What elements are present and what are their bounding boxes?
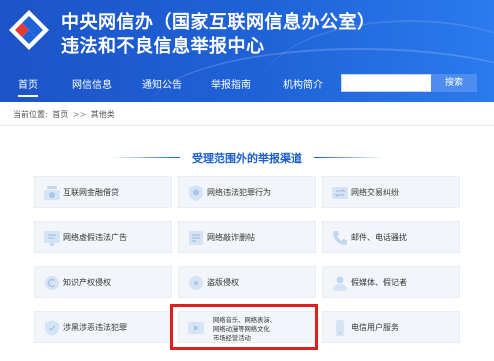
channel-card-gang-crime[interactable]: 涉黑涉恶违法犯罪	[34, 311, 172, 343]
site-logo-icon[interactable]	[5, 6, 53, 54]
channel-card-label: 知识产权侵权	[63, 278, 111, 287]
channel-card-label: 互联网金融借贷	[63, 188, 119, 197]
gang-crime-icon	[45, 320, 59, 336]
extortion-icon	[189, 231, 203, 245]
channel-card-label: 盗版侵权	[207, 278, 239, 287]
site-title-line1: 中央网信办（国家互联网信息办公室）	[61, 12, 376, 33]
channel-card-fake-media[interactable]: 假媒体、假记者	[322, 266, 460, 298]
channel-card-extortion[interactable]: 网络敲诈删帖	[178, 221, 316, 253]
nav-item-guide[interactable]: 举报指南	[211, 76, 251, 91]
channel-card-label: 涉黑涉恶违法犯罪	[63, 323, 127, 332]
site-title-line2: 违法和不良信息举报中心	[61, 36, 265, 57]
search-button[interactable]: 搜索	[431, 74, 477, 92]
highlight-annotation	[170, 304, 318, 350]
channel-card-label: 邮件、电话骚扰	[351, 233, 407, 242]
breadcrumb-prefix: 当前位置:	[13, 110, 48, 119]
copyright-icon	[45, 276, 59, 290]
channel-card-label: 网络违法犯罪行为	[207, 188, 271, 197]
breadcrumb-separator: >>	[72, 110, 87, 119]
search-input[interactable]: 搜索	[341, 74, 477, 92]
channel-card-harassment[interactable]: 邮件、电话骚扰	[322, 221, 460, 253]
channel-card-fake-ads[interactable]: 网络虚假违法广告	[34, 221, 172, 253]
channel-card-label: 网络敲诈删帖	[207, 233, 255, 242]
nav-item-news[interactable]: 网信信息	[72, 76, 112, 91]
section-title-rule	[314, 157, 384, 158]
channel-card-piracy[interactable]: 盗版侵权	[178, 266, 316, 298]
fake-media-icon	[333, 276, 347, 291]
breadcrumb-home-link[interactable]: 首页	[52, 110, 68, 119]
nav-item-notices[interactable]: 通知公告	[142, 76, 182, 91]
channel-card-transaction[interactable]: 网络交易纠纷	[322, 176, 460, 208]
main-nav: 首页 网信信息 通知公告 举报指南 机构简介 搜索	[0, 70, 494, 98]
advertisement-icon	[44, 231, 60, 246]
channel-card-label: 假媒体、假记者	[351, 278, 407, 287]
breadcrumb-current: 其他类	[90, 110, 115, 119]
channel-card-telecom[interactable]: 电信用户服务	[322, 311, 460, 343]
nav-item-home[interactable]: 首页	[18, 76, 38, 97]
finance-icon	[44, 186, 60, 200]
telecom-icon	[336, 320, 344, 336]
channel-card-cybercrime[interactable]: 网络违法犯罪行为	[178, 176, 316, 208]
transaction-icon	[332, 187, 348, 199]
channel-card-finance[interactable]: 互联网金融借贷	[34, 176, 172, 208]
phone-icon	[333, 231, 347, 245]
section-title: 受理范围外的举报渠道	[192, 152, 302, 165]
nav-item-about[interactable]: 机构简介	[283, 76, 323, 91]
site-header: 中央网信办（国家互联网信息办公室） 违法和不良信息举报中心 首页 网信信息 通知…	[0, 0, 494, 102]
piracy-icon	[189, 276, 203, 290]
channel-card-label: 网络虚假违法广告	[63, 233, 127, 242]
breadcrumb: 当前位置: 首页 >> 其他类	[13, 109, 117, 120]
police-icon	[189, 185, 203, 201]
channel-card-ip-infringement[interactable]: 知识产权侵权	[34, 266, 172, 298]
channel-card-label: 网络交易纠纷	[351, 188, 399, 197]
channel-card-label: 电信用户服务	[351, 323, 399, 332]
